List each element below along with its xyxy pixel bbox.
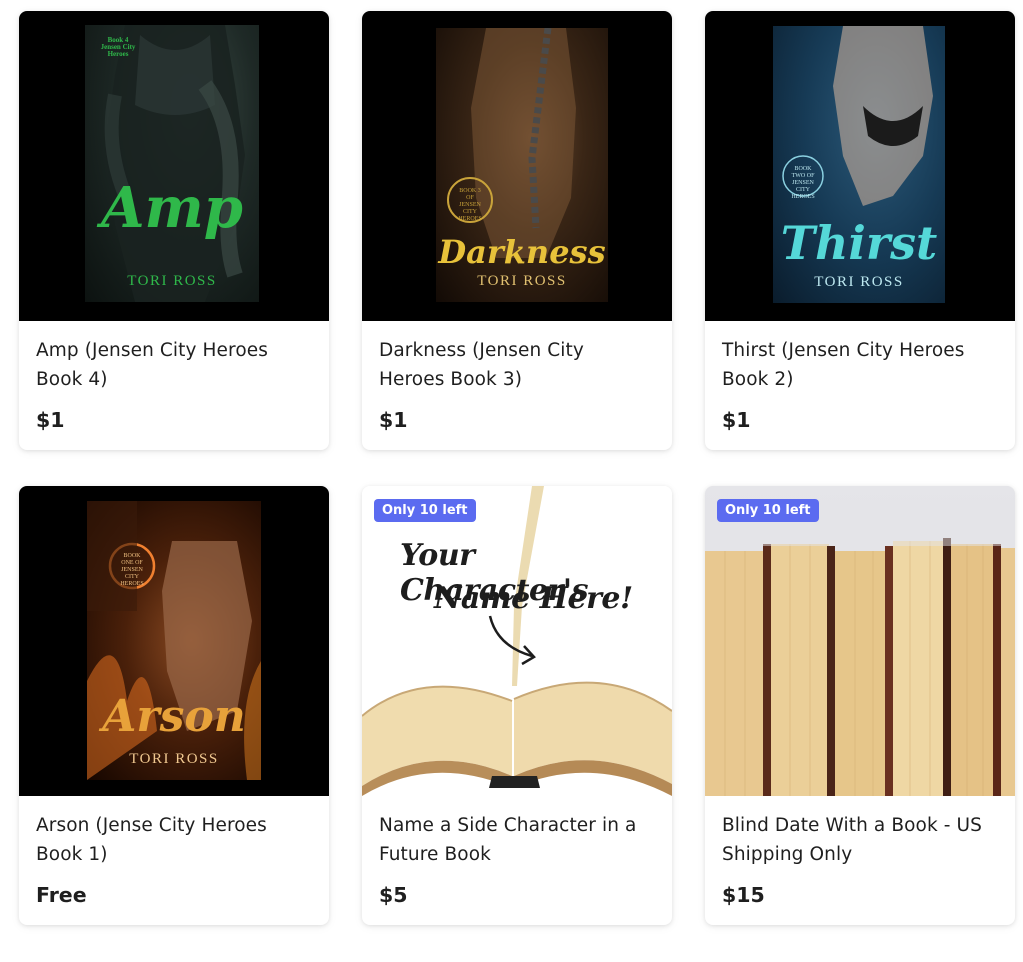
books-photo — [705, 486, 1015, 796]
product-image[interactable]: Book 4 Jensen City Heroes Amp TORI ROSS — [19, 11, 329, 321]
product-image[interactable]: BOOK 3 OF JENSEN CITY HEROES Darkness TO… — [362, 11, 672, 321]
cover-author: TORI ROSS — [814, 274, 904, 290]
book-cover-thirst: BOOK TWO OF JENSEN CITY HEROES Thirst TO… — [773, 26, 945, 303]
book-cover-arson: BOOK ONE OF JENSEN CITY HEROES Arson TOR… — [87, 501, 261, 780]
product-grid: Book 4 Jensen City Heroes Amp TORI ROSS … — [0, 0, 1023, 962]
product-info: Darkness (Jensen City Heroes Book 3) $1 — [362, 321, 672, 450]
cover-series-label: Book 4 Jensen City Heroes — [100, 36, 136, 58]
product-card-arson[interactable]: BOOK ONE OF JENSEN CITY HEROES Arson TOR… — [19, 486, 329, 925]
product-card-darkness[interactable]: BOOK 3 OF JENSEN CITY HEROES Darkness TO… — [362, 11, 672, 450]
product-image[interactable]: BOOK TWO OF JENSEN CITY HEROES Thirst TO… — [705, 11, 1015, 321]
product-image[interactable]: Only 10 left Your Character's Name Here! — [362, 486, 672, 796]
product-info: Name a Side Character in a Future Book $… — [362, 796, 672, 925]
cover-title: Darkness — [438, 233, 606, 271]
cover-series-label: BOOK 3 OF JENSEN CITY HEROES — [458, 188, 482, 222]
cover-author: TORI ROSS — [477, 273, 567, 289]
product-price: Free — [36, 883, 87, 907]
product-title[interactable]: Thirst (Jensen City Heroes Book 2) — [722, 336, 998, 394]
cover-title: Arson — [102, 691, 246, 742]
product-info: Arson (Jense City Heroes Book 1) Free — [19, 796, 329, 925]
cover-title: Thirst — [780, 216, 938, 270]
product-title[interactable]: Arson (Jense City Heroes Book 1) — [36, 811, 312, 869]
product-title[interactable]: Name a Side Character in a Future Book — [379, 811, 655, 869]
book-cover-amp: Book 4 Jensen City Heroes Amp TORI ROSS — [85, 25, 259, 302]
product-title[interactable]: Darkness (Jensen City Heroes Book 3) — [379, 336, 655, 394]
product-title[interactable]: Blind Date With a Book - US Shipping Onl… — [722, 811, 998, 869]
cover-title: Amp — [101, 175, 243, 241]
product-price: $1 — [36, 408, 65, 432]
product-info: Amp (Jensen City Heroes Book 4) $1 — [19, 321, 329, 450]
cover-author: TORI ROSS — [129, 751, 219, 767]
product-title[interactable]: Amp (Jensen City Heroes Book 4) — [36, 336, 312, 394]
product-card-blind-date[interactable]: Only 10 left Blind Date With a Book - US… — [705, 486, 1015, 925]
product-info: Blind Date With a Book - US Shipping Onl… — [705, 796, 1015, 925]
product-price: $1 — [722, 408, 751, 432]
product-card-amp[interactable]: Book 4 Jensen City Heroes Amp TORI ROSS … — [19, 11, 329, 450]
stock-badge: Only 10 left — [717, 499, 819, 522]
product-card-name-character[interactable]: Only 10 left Your Character's Name Here!… — [362, 486, 672, 925]
stock-badge: Only 10 left — [374, 499, 476, 522]
product-image[interactable]: Only 10 left — [705, 486, 1015, 796]
product-info: Thirst (Jensen City Heroes Book 2) $1 — [705, 321, 1015, 450]
product-price: $1 — [379, 408, 408, 432]
product-price: $5 — [379, 883, 408, 907]
product-image[interactable]: BOOK ONE OF JENSEN CITY HEROES Arson TOR… — [19, 486, 329, 796]
product-price: $15 — [722, 883, 765, 907]
cover-author: TORI ROSS — [127, 273, 217, 289]
product-card-thirst[interactable]: BOOK TWO OF JENSEN CITY HEROES Thirst TO… — [705, 11, 1015, 450]
cover-series-label: BOOK ONE OF JENSEN CITY HEROES — [120, 553, 144, 587]
open-book-illustration — [362, 486, 672, 796]
book-cover-darkness: BOOK 3 OF JENSEN CITY HEROES Darkness TO… — [436, 28, 608, 302]
cover-series-label: BOOK TWO OF JENSEN CITY HEROES — [791, 166, 815, 200]
image-text-line2: Name Here! — [434, 581, 633, 616]
